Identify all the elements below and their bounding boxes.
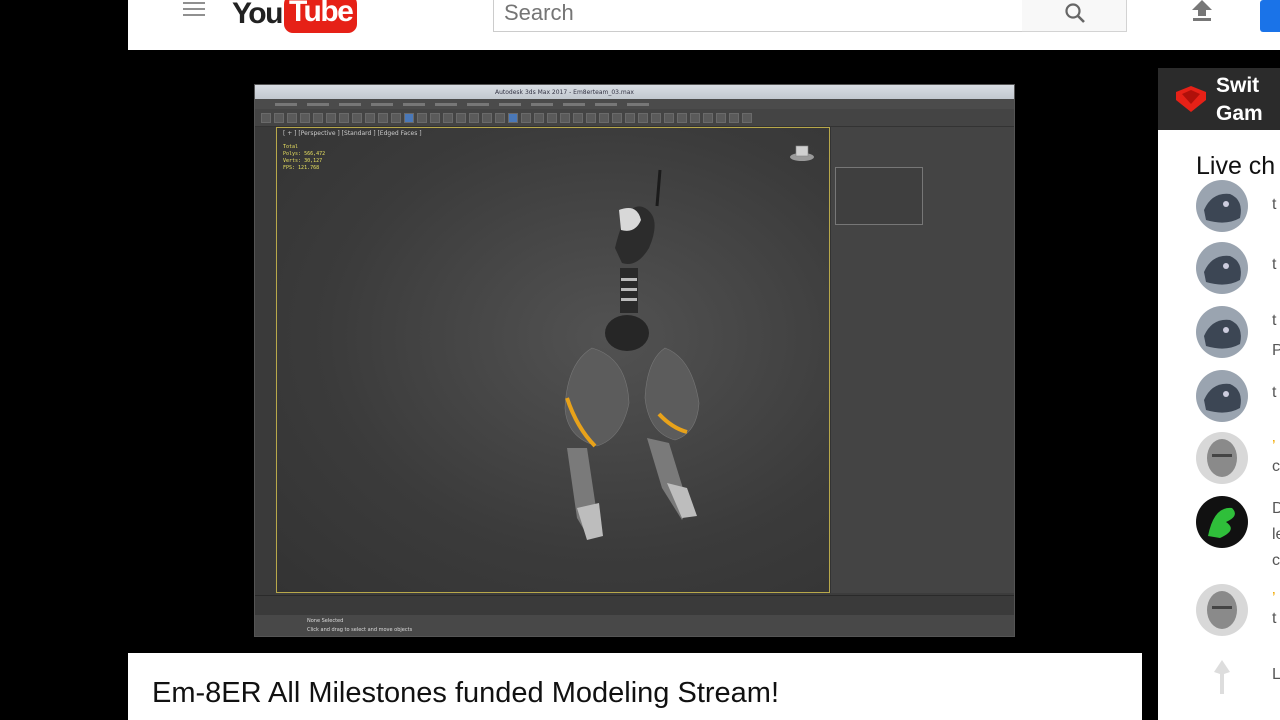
sign-in-button[interactable] [1260, 0, 1280, 32]
green-dragon-avatar [1196, 496, 1248, 548]
chat-message: ’ c [1196, 432, 1280, 486]
video-info: Em-8ER All Milestones funded Modeling St… [128, 653, 1142, 720]
chat-message: L [1196, 652, 1280, 706]
message-line: L [1272, 666, 1280, 683]
chat-message-text: t [1272, 190, 1276, 220]
search-box [493, 0, 1023, 32]
message-line: t [1272, 256, 1277, 273]
message-line: le [1272, 526, 1280, 543]
avatar [1196, 584, 1248, 636]
perspective-viewport: [ + ] [Perspective ] [Standard ] [Edged … [276, 127, 830, 593]
chat-message-text: t [1272, 378, 1276, 408]
message-line: c [1272, 458, 1280, 475]
chat-message: ’ t [1196, 584, 1280, 638]
channel-line-1: Swit [1216, 74, 1260, 97]
message-line: t [1272, 196, 1277, 213]
timeline[interactable] [255, 595, 1014, 615]
avatar [1196, 370, 1248, 422]
search-icon [1065, 3, 1085, 23]
chat-title: Live ch [1196, 152, 1276, 180]
app-left-strip [255, 127, 275, 595]
panel-list [835, 167, 923, 225]
message-line: P [1272, 342, 1280, 359]
robot-wolf-avatar [1196, 180, 1248, 232]
chat-message-text: ’ c [1272, 432, 1280, 482]
chat-message: D le c [1196, 496, 1280, 569]
live-chat-panel: Swit Gam Live ch t t t P t ’ c D l c ’ t… [1158, 68, 1280, 720]
logo-tube-text: Tube [283, 0, 358, 33]
message-line: t [1272, 312, 1277, 329]
search-input[interactable] [494, 0, 1022, 31]
video-title: Em-8ER All Milestones funded Modeling St… [152, 677, 780, 709]
robot-model [564, 169, 700, 540]
youtube-logo[interactable]: You Tube [232, 0, 358, 34]
status-bar: None Selected Click and drag to select a… [255, 615, 1014, 636]
white-emblem-avatar [1196, 652, 1248, 704]
chat-message-text: t P [1272, 306, 1280, 366]
avatar [1196, 652, 1248, 704]
robot-wolf-avatar [1196, 306, 1248, 358]
channel-line-2: Gam [1216, 102, 1263, 125]
chat-message-text: ’ t [1272, 584, 1276, 634]
upload-icon[interactable] [1190, 0, 1214, 22]
logo-you-text: You [232, 0, 283, 30]
video-player[interactable]: Autodesk 3ds Max 2017 - Em8erteam_03.max… [254, 84, 1015, 637]
chat-message-text: L [1272, 660, 1280, 690]
status-hint: Click and drag to select and move object… [307, 627, 413, 633]
avatar [1196, 180, 1248, 232]
chat-message-text: t [1272, 250, 1276, 280]
message-line: D [1272, 500, 1280, 517]
app-menubar [255, 99, 1014, 109]
youtube-page: You Tube Autodesk 3ds Max 2017 - Em8erte… [0, 0, 1280, 720]
message-line: t [1272, 610, 1277, 627]
chat-message: t [1196, 180, 1280, 244]
message-line: c [1272, 552, 1280, 569]
avatar [1196, 306, 1248, 358]
chat-message: t P [1196, 306, 1280, 360]
chat-header: Swit Gam [1158, 68, 1280, 130]
avatar [1196, 242, 1248, 294]
app-titlebar: Autodesk 3ds Max 2017 - Em8erteam_03.max [255, 85, 1014, 99]
channel-label: Swit Gam [1216, 72, 1263, 128]
avatar [1196, 432, 1248, 484]
masthead: You Tube [128, 0, 1280, 50]
youtube-gaming-icon [1176, 86, 1206, 112]
chat-message-text: D le c [1272, 496, 1280, 574]
avatar [1196, 496, 1248, 548]
app-toolbar [255, 109, 1014, 127]
chat-message: t [1196, 242, 1280, 296]
command-panel [830, 127, 1014, 593]
robot-wolf-avatar [1196, 242, 1248, 294]
search-button[interactable] [1022, 0, 1127, 32]
message-line: t [1272, 384, 1277, 401]
status-text: None Selected [307, 618, 344, 624]
chat-message: t [1196, 370, 1280, 424]
robot-wolf-avatar [1196, 370, 1248, 422]
menu-icon[interactable] [183, 2, 205, 20]
bald-head-avatar [1196, 584, 1248, 636]
bald-head-avatar [1196, 432, 1248, 484]
app-title: Autodesk 3ds Max 2017 - Em8erteam_03.max [495, 88, 634, 96]
